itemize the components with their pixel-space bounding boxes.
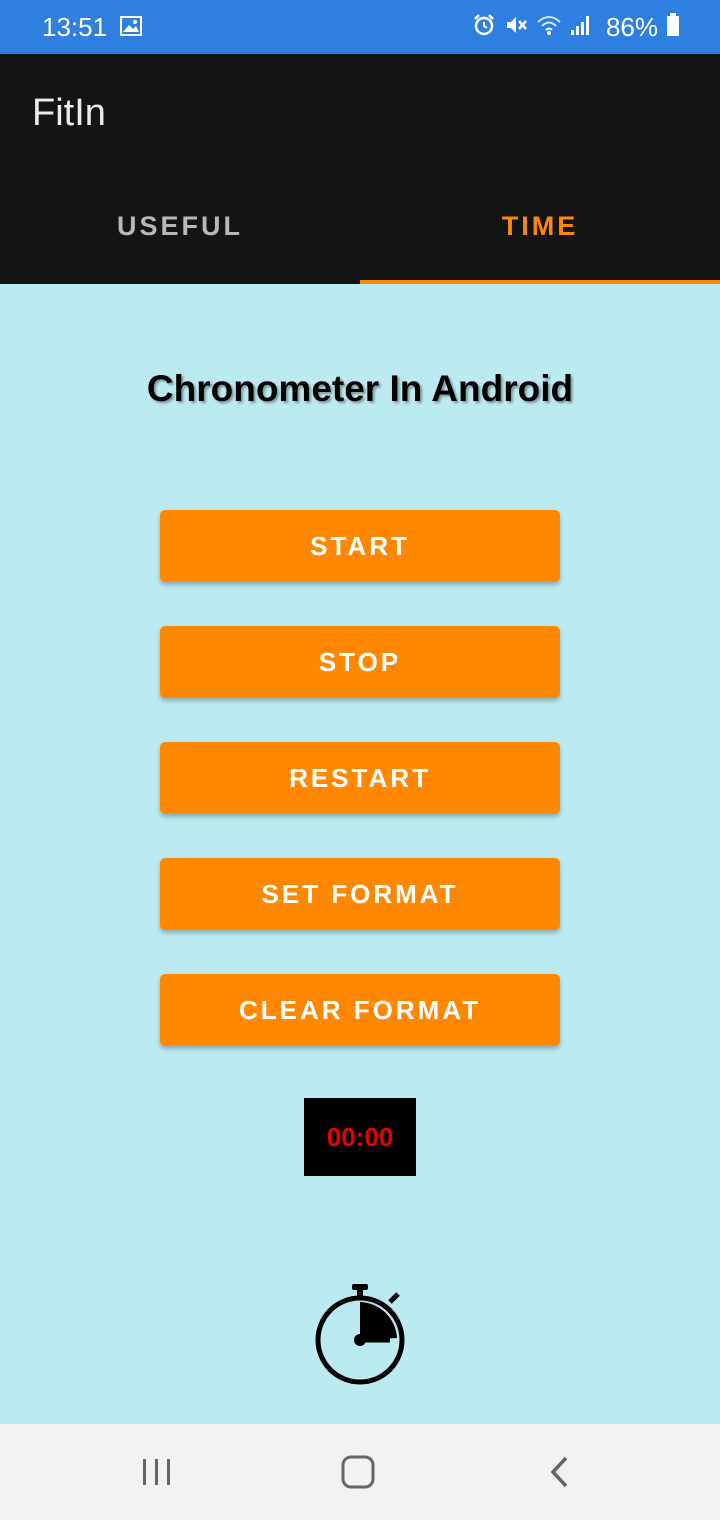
stopwatch-icon	[310, 1282, 410, 1393]
tab-useful[interactable]: USEFUL	[0, 176, 360, 276]
tab-time[interactable]: TIME	[360, 176, 720, 276]
app-title: FitIn	[32, 92, 106, 134]
mute-icon	[504, 13, 528, 42]
restart-button[interactable]: RESTART	[160, 742, 560, 814]
nav-bar	[0, 1424, 720, 1520]
app-bar: FitIn USEFUL TIME	[0, 54, 720, 284]
clear-format-button[interactable]: CLEAR FORMAT	[160, 974, 560, 1046]
back-icon[interactable]	[510, 1424, 610, 1520]
status-icons: 86%	[472, 10, 680, 44]
page-heading: Chronometer In Android	[146, 368, 574, 409]
stop-button[interactable]: STOP	[160, 626, 560, 698]
set-format-button[interactable]: SET FORMAT	[160, 858, 560, 930]
tab-indicator	[360, 280, 720, 284]
alarm-icon	[472, 13, 496, 42]
start-button[interactable]: START	[160, 510, 560, 582]
signal-icon	[570, 14, 592, 41]
wifi-icon	[536, 14, 562, 41]
image-icon	[120, 16, 142, 41]
home-icon[interactable]	[308, 1424, 408, 1520]
status-bar: 13:51 86%	[0, 0, 720, 54]
recents-icon[interactable]	[107, 1424, 207, 1520]
battery-percent: 86%	[605, 11, 658, 42]
status-time: 13:51	[42, 12, 108, 42]
chronometer-display: 00:00	[304, 1098, 416, 1176]
battery-icon	[666, 12, 680, 42]
